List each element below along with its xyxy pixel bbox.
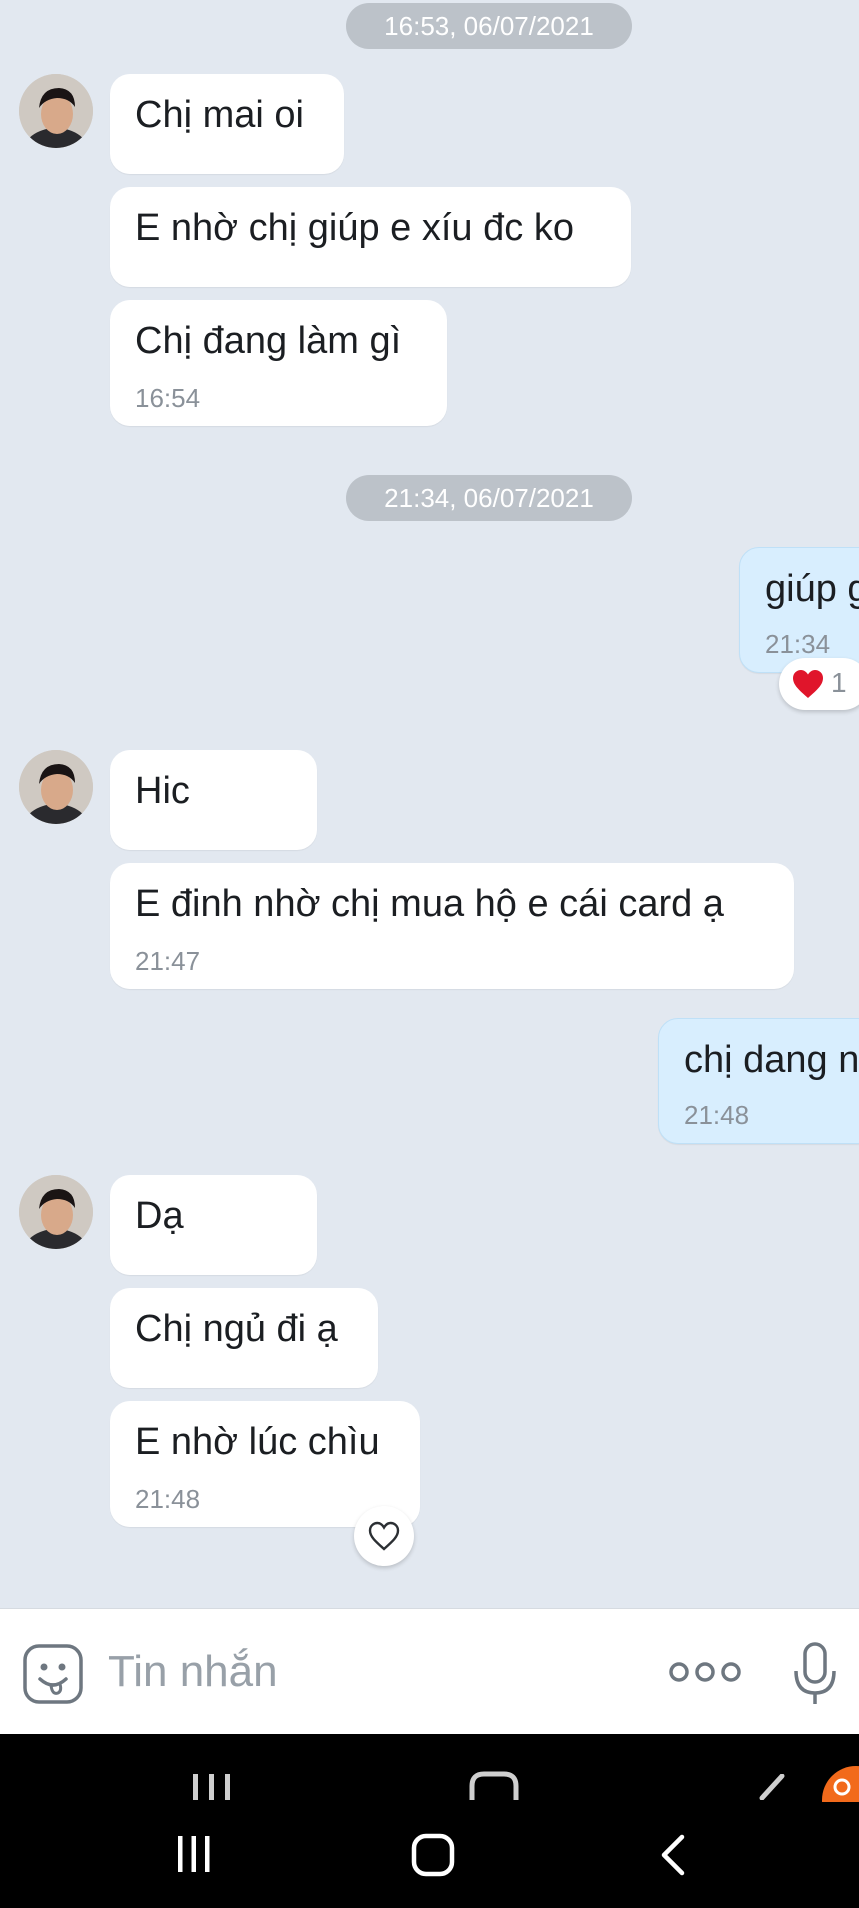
date-stamp: 21:34, 06/07/2021: [346, 475, 632, 521]
message-bubble[interactable]: Chị đang làm gì 16:54: [110, 300, 447, 426]
recent-apps-icon[interactable]: [174, 1834, 214, 1874]
message-bubble[interactable]: E nhờ chị giúp e xíu đc ko: [110, 187, 631, 287]
message-bubble[interactable]: Dạ: [110, 1175, 317, 1275]
message-time: 21:48: [684, 1100, 750, 1130]
message-time: 21:48: [135, 1484, 201, 1514]
message-composer: Tin nhắn: [0, 1608, 859, 1735]
message-text: giúp g: [765, 568, 859, 610]
message-text: E nhờ chị giúp e xíu đc ko: [135, 207, 574, 249]
message-bubble[interactable]: Chị mai oi: [110, 74, 344, 174]
message-text: Dạ: [135, 1195, 184, 1237]
recent-apps-icon[interactable]: [190, 1774, 234, 1800]
message-text: E nhờ lúc chìu: [135, 1421, 380, 1463]
message-text: chị dang n: [684, 1039, 859, 1081]
microphone-icon[interactable]: [792, 1641, 838, 1707]
back-icon[interactable]: [756, 1774, 786, 1800]
message-bubble-outgoing[interactable]: chị dang n 21:48: [658, 1018, 859, 1144]
heart-icon: [793, 670, 823, 698]
date-stamp: 16:53, 06/07/2021: [346, 3, 632, 49]
home-icon[interactable]: [410, 1832, 458, 1878]
message-bubble-outgoing[interactable]: giúp g 21:34: [739, 547, 859, 673]
message-text: E đinh nhờ chị mua hộ e cái card ạ: [135, 883, 724, 925]
message-text: Chị ngủ đi ạ: [135, 1308, 338, 1350]
message-text: Hic: [135, 770, 190, 812]
system-navigation-bar: [0, 1734, 859, 1908]
react-button[interactable]: [354, 1506, 414, 1566]
contact-avatar[interactable]: [19, 750, 93, 824]
message-bubble[interactable]: Hic: [110, 750, 317, 850]
back-icon[interactable]: [658, 1834, 688, 1876]
notification-bubble-icon[interactable]: [822, 1766, 859, 1802]
sticker-icon[interactable]: [22, 1643, 84, 1705]
message-time: 16:54: [135, 383, 201, 413]
contact-avatar[interactable]: [19, 74, 93, 148]
message-text: Chị đang làm gì: [135, 320, 402, 362]
message-time: 21:47: [135, 946, 201, 976]
message-text: Chị mai oi: [135, 94, 304, 136]
reaction-badge[interactable]: 1: [779, 658, 859, 710]
more-icon[interactable]: [668, 1659, 742, 1685]
home-icon[interactable]: [468, 1770, 520, 1800]
reaction-count: 1: [831, 667, 847, 698]
message-time: 21:34: [765, 629, 831, 659]
heart-outline-icon: [368, 1521, 400, 1551]
message-input[interactable]: Tin nhắn: [108, 1647, 278, 1697]
contact-avatar[interactable]: [19, 1175, 93, 1249]
message-bubble[interactable]: Chị ngủ đi ạ: [110, 1288, 378, 1388]
message-bubble[interactable]: E đinh nhờ chị mua hộ e cái card ạ 21:47: [110, 863, 794, 989]
